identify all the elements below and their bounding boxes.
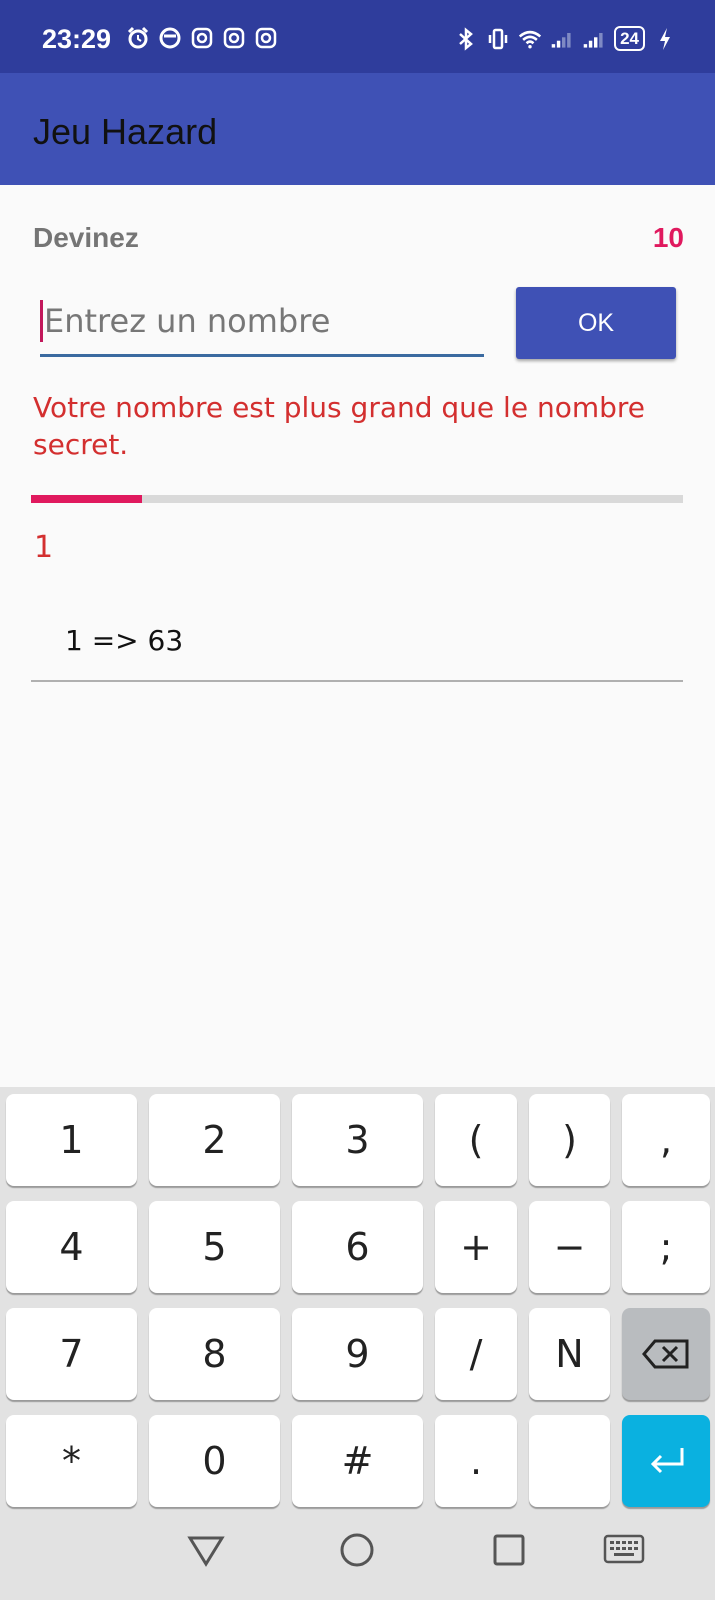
notification-icon bbox=[158, 26, 182, 50]
bluetooth-icon bbox=[454, 26, 478, 51]
attempt-count: 1 bbox=[34, 530, 54, 565]
vibrate-icon bbox=[486, 27, 510, 51]
status-icons-right: 24 bbox=[454, 26, 677, 51]
key-asterisk[interactable]: * bbox=[6, 1415, 137, 1507]
signal-icon bbox=[550, 27, 574, 51]
battery-icon: 24 bbox=[614, 26, 645, 51]
key-period[interactable]: . bbox=[435, 1415, 517, 1507]
key-2[interactable]: 2 bbox=[149, 1094, 280, 1186]
recents-icon[interactable] bbox=[487, 1528, 531, 1572]
charging-icon bbox=[653, 27, 677, 51]
attempts-progress-bar bbox=[31, 495, 683, 503]
app-bar: Jeu Hazard bbox=[0, 73, 715, 185]
key-0[interactable]: 0 bbox=[149, 1415, 280, 1507]
number-input-field[interactable] bbox=[40, 296, 484, 357]
backspace-icon bbox=[642, 1339, 689, 1369]
feedback-message: Votre nombre est plus grand que le nombr… bbox=[33, 391, 646, 461]
back-icon[interactable] bbox=[184, 1528, 228, 1572]
alarm-icon bbox=[126, 26, 150, 50]
key-1[interactable]: 1 bbox=[6, 1094, 137, 1186]
status-bar: 23:29 24 bbox=[0, 0, 715, 73]
navigation-bar bbox=[0, 1506, 715, 1600]
key-close-paren[interactable]: ) bbox=[529, 1094, 610, 1186]
key-plus[interactable]: + bbox=[435, 1201, 517, 1293]
keyboard-icon[interactable] bbox=[602, 1528, 646, 1572]
status-time: 23:29 bbox=[42, 24, 112, 54]
enter-key[interactable] bbox=[622, 1415, 710, 1507]
history-list: 1 => 63 bbox=[31, 600, 683, 682]
key-8[interactable]: 8 bbox=[149, 1308, 280, 1400]
home-icon[interactable] bbox=[335, 1528, 379, 1572]
key-semicolon[interactable]: ; bbox=[622, 1201, 710, 1293]
progress-fill bbox=[31, 495, 142, 503]
status-icons-left bbox=[126, 26, 278, 50]
number-input[interactable] bbox=[40, 296, 484, 346]
key-4[interactable]: 4 bbox=[6, 1201, 137, 1293]
key-comma[interactable]: , bbox=[622, 1094, 710, 1186]
key-7[interactable]: 7 bbox=[6, 1308, 137, 1400]
key-6[interactable]: 6 bbox=[292, 1201, 423, 1293]
signal-icon bbox=[582, 27, 606, 51]
text-cursor bbox=[40, 300, 43, 342]
instagram-icon bbox=[254, 26, 278, 50]
key-slash[interactable]: / bbox=[435, 1308, 517, 1400]
key-open-paren[interactable]: ( bbox=[435, 1094, 517, 1186]
enter-icon bbox=[650, 1448, 684, 1474]
key-blank[interactable] bbox=[529, 1415, 610, 1507]
backspace-key[interactable] bbox=[622, 1308, 710, 1400]
app-title: Jeu Hazard bbox=[33, 111, 218, 152]
guess-label: Devinez bbox=[33, 222, 139, 253]
attempts-remaining: 10 bbox=[652, 222, 684, 253]
key-n[interactable]: N bbox=[529, 1308, 610, 1400]
key-minus[interactable]: − bbox=[529, 1201, 610, 1293]
history-item: 1 => 63 bbox=[31, 600, 683, 682]
instagram-icon bbox=[222, 26, 246, 50]
key-hash[interactable]: # bbox=[292, 1415, 423, 1507]
key-5[interactable]: 5 bbox=[149, 1201, 280, 1293]
key-3[interactable]: 3 bbox=[292, 1094, 423, 1186]
key-9[interactable]: 9 bbox=[292, 1308, 423, 1400]
wifi-icon bbox=[518, 27, 542, 51]
instagram-icon bbox=[190, 26, 214, 50]
ok-button[interactable]: OK bbox=[516, 287, 676, 359]
